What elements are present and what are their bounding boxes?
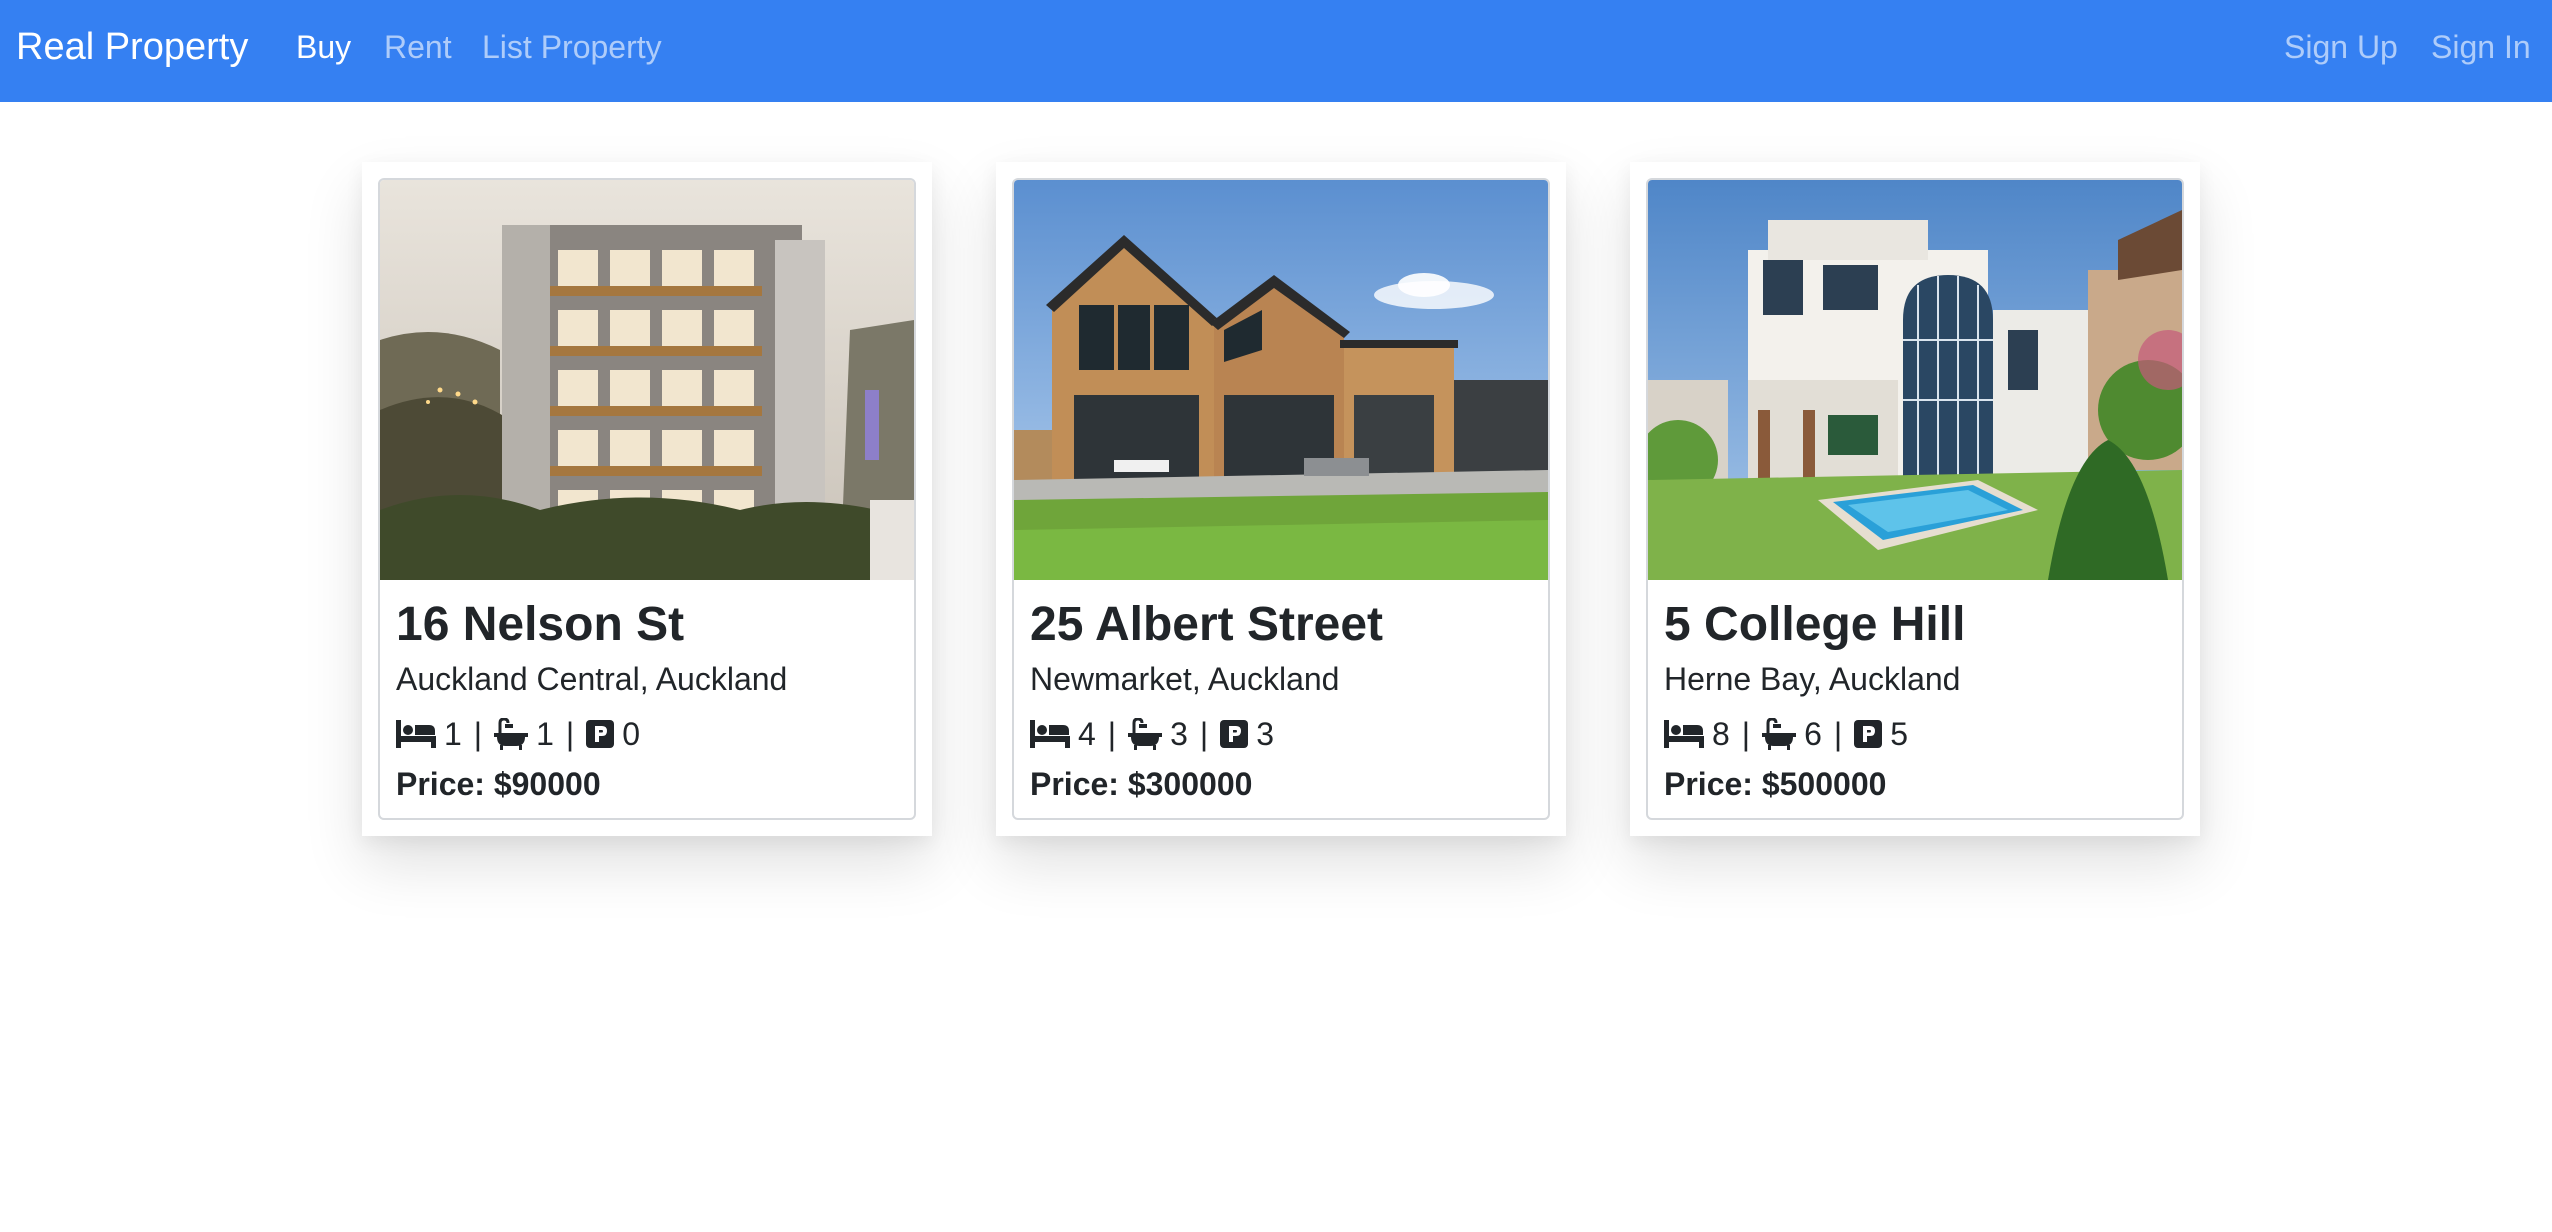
bed-icon <box>1030 720 1070 748</box>
parking-count: 5 <box>1890 716 1909 752</box>
listing-features: 4 | 3 | 3 <box>1030 708 1532 760</box>
listing-title[interactable]: 25 Albert Street <box>1030 594 1532 656</box>
listing-features: 1 | 1 | 0 <box>396 708 898 760</box>
bed-icon <box>1664 720 1704 748</box>
separator: | <box>1199 716 1209 752</box>
bath-icon <box>494 718 529 750</box>
parking-icon <box>1220 720 1249 748</box>
listing-price: Price: $90000 <box>396 766 601 802</box>
beds-count: 8 <box>1712 716 1730 752</box>
navbar: Real Property Buy Rent List Property Sig… <box>0 0 2552 102</box>
listing-features: 8 | 6 | 5 <box>1664 708 2166 760</box>
bath-icon <box>1128 718 1163 750</box>
listing-photo[interactable] <box>1648 180 2182 580</box>
listing-title[interactable]: 16 Nelson St <box>396 594 898 656</box>
listing-price: Price: $500000 <box>1664 766 1887 802</box>
listing-title[interactable]: 5 College Hill <box>1664 594 2166 656</box>
sign-up-link[interactable]: Sign Up <box>2284 24 2398 70</box>
beds-count: 4 <box>1078 716 1096 752</box>
listing-location: Newmarket, Auckland <box>1030 661 1340 697</box>
separator: | <box>1741 716 1751 752</box>
listing-card-inner: 5 College Hill Herne Bay, Auckland 8 | 6… <box>1646 178 2184 820</box>
separator: | <box>1833 716 1843 752</box>
separator: | <box>565 716 575 752</box>
beds-count: 1 <box>444 716 462 752</box>
listing-price: Price: $300000 <box>1030 766 1253 802</box>
baths-count: 6 <box>1804 716 1822 752</box>
bath-icon <box>1762 718 1797 750</box>
parking-icon <box>586 720 615 748</box>
bed-icon <box>396 720 436 748</box>
baths-count: 3 <box>1170 716 1188 752</box>
listing-location: Herne Bay, Auckland <box>1664 661 1961 697</box>
parking-icon <box>1854 720 1883 748</box>
sign-in-link[interactable]: Sign In <box>2431 24 2531 70</box>
brand-link[interactable]: Real Property <box>16 22 248 72</box>
listing-card[interactable]: 25 Albert Street Newmarket, Auckland 4 |… <box>996 162 1566 836</box>
listing-location: Auckland Central, Auckland <box>396 661 788 697</box>
parking-count: 3 <box>1256 716 1275 752</box>
baths-count: 1 <box>536 716 554 752</box>
listing-photo[interactable] <box>380 180 914 580</box>
nav-link-rent[interactable]: Rent <box>384 24 452 70</box>
nav-link-list-property[interactable]: List Property <box>482 24 662 70</box>
listing-card-inner: 25 Albert Street Newmarket, Auckland 4 |… <box>1012 178 1550 820</box>
listing-card[interactable]: 5 College Hill Herne Bay, Auckland 8 | 6… <box>1630 162 2200 836</box>
listing-card[interactable]: 16 Nelson St Auckland Central, Auckland … <box>362 162 932 836</box>
listing-card-inner: 16 Nelson St Auckland Central, Auckland … <box>378 178 916 820</box>
separator: | <box>1107 716 1117 752</box>
nav-link-buy[interactable]: Buy <box>296 24 351 70</box>
separator: | <box>473 716 483 752</box>
listing-photo[interactable] <box>1014 180 1548 580</box>
parking-count: 0 <box>622 716 641 752</box>
